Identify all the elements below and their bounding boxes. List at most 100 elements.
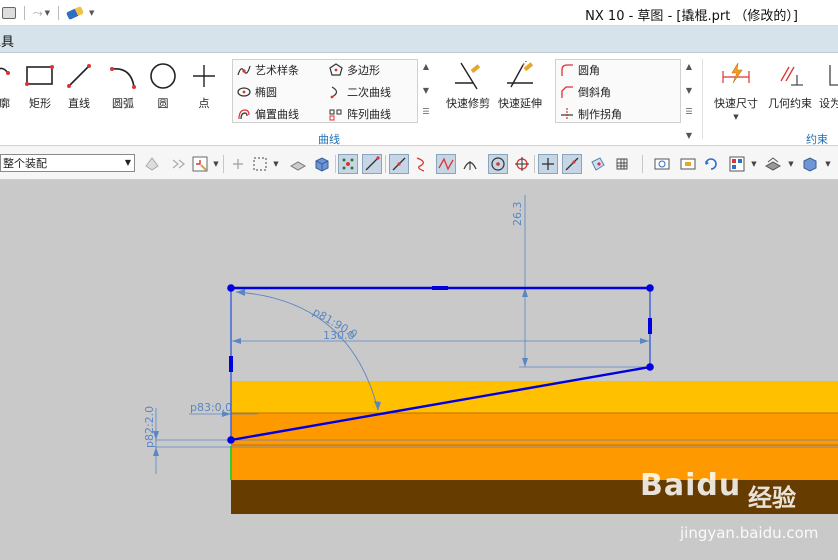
chevron-down-icon[interactable]: ▼ (212, 154, 220, 174)
group-label-curve: 曲线 (318, 133, 340, 146)
gallery-item-polygon[interactable]: 多边形 (329, 62, 380, 78)
snap-quadrant-icon[interactable] (512, 154, 532, 174)
snap-midpoint-icon[interactable] (389, 154, 409, 174)
cube-view-icon[interactable] (800, 154, 820, 174)
profile-button[interactable]: 轮廓 (0, 61, 12, 111)
snap-intersection-icon[interactable] (436, 154, 456, 174)
gallery-item-offset-curve[interactable]: 偏置曲线 (237, 106, 299, 122)
sketch-vertex[interactable] (646, 284, 654, 292)
make-corner-icon (561, 108, 573, 120)
print-icon[interactable] (2, 7, 16, 19)
snap-bounded-grid-icon[interactable] (612, 154, 632, 174)
gallery-scroll-up-icon[interactable]: ▲ (421, 62, 431, 71)
rectangle-button[interactable]: 矩形 (25, 61, 55, 111)
gallery-item-chamfer[interactable]: 倒斜角 (560, 84, 611, 100)
snap-curve-icon[interactable] (412, 154, 432, 174)
zoom-window-icon[interactable] (678, 154, 698, 174)
dimension-p82-label[interactable]: p82:2.0 (143, 406, 156, 448)
gallery-expand-icon[interactable]: ☰ (684, 107, 694, 116)
separator (335, 155, 336, 173)
gallery-scroll-down-icon[interactable]: ▼ (421, 86, 431, 95)
chevron-down-icon[interactable]: ▼ (733, 113, 738, 121)
window-title: NX 10 - 草图 - [撬棍.prt （修改的）] (585, 9, 798, 24)
gallery-expand-icon[interactable]: ☰ (421, 107, 431, 116)
move-icon[interactable] (228, 154, 248, 174)
snap-center-icon[interactable] (488, 154, 508, 174)
dimension-p83-label[interactable]: p83:0.0 (190, 401, 232, 414)
select-components-icon[interactable] (168, 154, 188, 174)
snap-endpoint-icon[interactable] (362, 154, 382, 174)
sketch-vertex[interactable] (227, 284, 235, 292)
select-features-icon[interactable] (142, 154, 162, 174)
eraser-icon[interactable] (66, 5, 84, 21)
selection-box-icon[interactable] (250, 154, 270, 174)
separator (534, 155, 535, 173)
dimension-arrow (236, 289, 245, 296)
circle-button[interactable]: 圆 (149, 61, 177, 111)
chevron-down-icon[interactable]: ▼ (45, 9, 50, 17)
studio-spline-icon (237, 65, 251, 76)
dimension-arrow (522, 358, 528, 367)
rapid-dimension-button[interactable]: 快速尺寸 ▼ (714, 61, 758, 121)
arc-button[interactable]: 圆弧 (109, 61, 137, 111)
dimension-height-label[interactable]: 26.3 (511, 202, 524, 227)
set-as-button[interactable]: 设为 (819, 61, 838, 111)
rotate-view-icon[interactable] (701, 154, 721, 174)
assembly-scope-select[interactable]: 整个装配 ▼ (0, 154, 135, 172)
point-icon (193, 65, 215, 87)
gallery-item-conic[interactable]: 二次曲线 (329, 84, 391, 100)
rectangle-icon (25, 65, 54, 86)
chevron-down-icon[interactable]: ▼ (824, 154, 832, 174)
gallery-item-make-corner[interactable]: 制作拐角 (560, 106, 622, 122)
separator (702, 59, 703, 139)
separator (385, 155, 386, 173)
chevron-down-icon[interactable]: ▼ (750, 154, 758, 174)
snap-tangent-icon[interactable] (460, 154, 480, 174)
sketch-vertex[interactable] (646, 363, 654, 371)
chevron-down-icon[interactable]: ▼ (89, 9, 94, 17)
gallery-scroll-up-icon[interactable]: ▲ (684, 62, 694, 71)
line-button[interactable]: 直线 (66, 61, 92, 111)
separator (223, 155, 224, 173)
dimension-arrow (232, 338, 241, 344)
circle-icon (150, 63, 176, 89)
quick-access-toolbar: ⤳ ▼ ▼ (2, 5, 94, 21)
arc-icon (110, 67, 136, 89)
gallery-item-studio-spline[interactable]: 艺术样条 (237, 62, 299, 78)
redo-icon[interactable]: ⤳ (33, 6, 43, 21)
tab-tools[interactable]: 工具 (0, 31, 14, 50)
render-style-icon[interactable] (763, 154, 783, 174)
gallery-scroll-down-icon[interactable]: ▼ (684, 86, 694, 95)
chevron-down-icon[interactable]: ▼ (787, 154, 795, 174)
group-options-icon[interactable]: ▼ (684, 131, 694, 140)
gallery-item-ellipse[interactable]: 椭圆 (237, 84, 277, 100)
chevron-down-icon: ▼ (124, 158, 131, 167)
geometric-constraint-button[interactable]: 几何约束 (768, 61, 812, 111)
profile-icon (0, 67, 10, 75)
corner-gallery: 圆角 倒斜角 制作拐角 (555, 59, 681, 123)
quick-extend-icon (507, 61, 534, 88)
chevron-down-icon[interactable]: ▼ (272, 154, 280, 174)
curve-gallery: 艺术样条 多边形 椭圆 二次曲线 偏置曲线 阵列曲线 (232, 59, 418, 123)
sketch-vertex[interactable] (227, 436, 235, 444)
quick-extend-button[interactable]: 快速延伸 (498, 61, 542, 111)
snap-on-surface-icon[interactable] (588, 154, 608, 174)
gallery-item-fillet[interactable]: 圆角 (560, 62, 600, 78)
group-label-constraint: 约束 (806, 133, 828, 146)
orient-view-icon[interactable] (727, 154, 747, 174)
quick-trim-button[interactable]: 快速修剪 (446, 61, 490, 111)
part-face-top[interactable] (231, 381, 838, 413)
solid-body-icon[interactable] (312, 154, 332, 174)
point-button[interactable]: 点 (191, 61, 217, 111)
snap-all-icon[interactable] (338, 154, 358, 174)
ribbon-tab-bar: 工具 (0, 26, 838, 53)
gallery-item-pattern-curve[interactable]: 阵列曲线 (329, 106, 391, 122)
snap-existing-point-icon[interactable] (538, 154, 558, 174)
baidu-watermark: Baidu 经验 jingyan.baidu.com (640, 466, 830, 556)
watermark-url: jingyan.baidu.com (680, 524, 819, 542)
snap-on-curve-icon[interactable] (562, 154, 582, 174)
fit-view-icon[interactable] (652, 154, 672, 174)
quick-trim-icon (455, 62, 481, 90)
shaded-edges-icon[interactable] (288, 154, 308, 174)
snap-point-icon[interactable] (190, 154, 210, 174)
